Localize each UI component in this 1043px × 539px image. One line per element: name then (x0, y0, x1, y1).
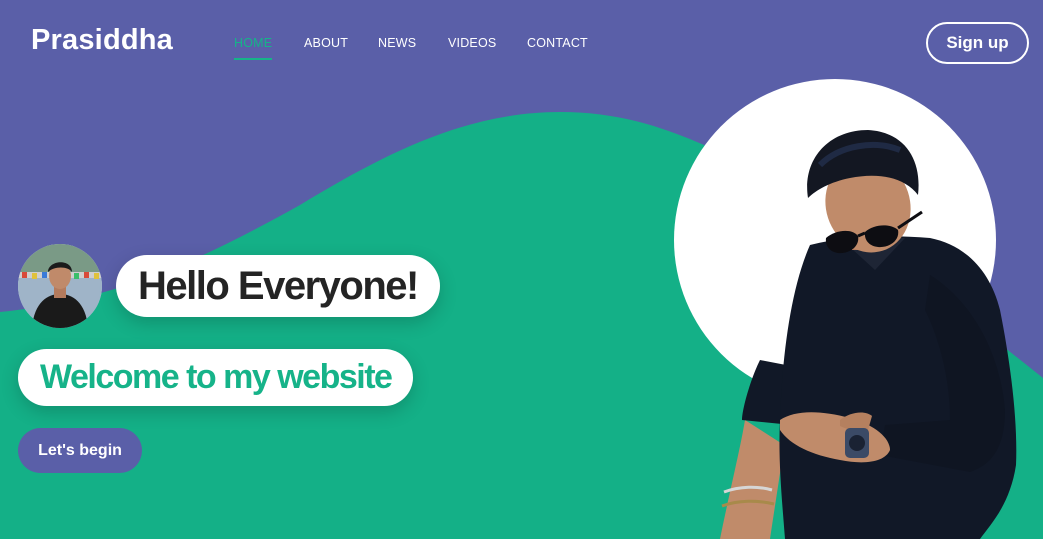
welcome-bubble: Welcome to my website (18, 349, 414, 406)
avatar (18, 244, 102, 328)
sign-up-button[interactable]: Sign up (926, 22, 1029, 64)
greeting-bubble: Hello Everyone! (116, 255, 440, 317)
nav-home[interactable]: HOME (234, 36, 273, 60)
lets-begin-button[interactable]: Let's begin (18, 428, 142, 473)
brand-logo[interactable]: Prasiddha (31, 24, 173, 57)
nav-about[interactable]: ABOUT (304, 36, 348, 50)
nav-news[interactable]: NEWS (378, 36, 416, 50)
nav-videos[interactable]: VIDEOS (448, 36, 496, 50)
nav-contact[interactable]: CONTACT (527, 36, 588, 50)
hero-portrait (720, 130, 1017, 539)
